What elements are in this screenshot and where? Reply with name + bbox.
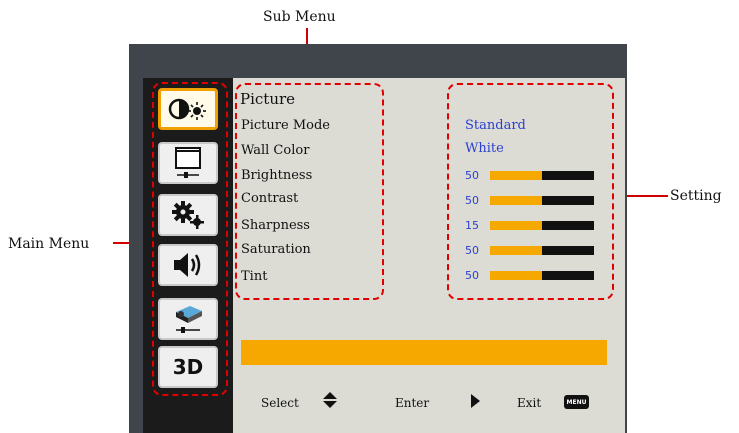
menu-key-icon: MENU (564, 395, 589, 409)
main-menu-item-screen[interactable] (158, 142, 218, 184)
speaker-icon (174, 253, 201, 277)
tint-slider-fill (490, 271, 542, 280)
contrast-value: 50 (465, 194, 479, 207)
setting-highlight (447, 83, 614, 300)
up-down-arrows-icon (323, 392, 337, 408)
tint-value: 50 (465, 269, 479, 282)
projector-icon (176, 306, 202, 333)
main-menu-item-picture[interactable] (158, 88, 218, 130)
enter-hint-label: Enter (395, 396, 430, 410)
brightness-slider[interactable] (490, 171, 594, 180)
sharpness-slider-fill (490, 221, 542, 230)
sharpness-slider[interactable] (490, 221, 594, 230)
tint-slider[interactable] (490, 271, 594, 280)
sub-menu-item-tint[interactable]: Tint (241, 269, 267, 284)
main-menu-item-audio[interactable] (158, 244, 218, 286)
sub-menu-item-saturation[interactable]: Saturation (241, 242, 311, 257)
picture-icon (168, 98, 206, 120)
select-hint-label: Select (261, 396, 299, 410)
sub-menu-item-picture-mode[interactable]: Picture Mode (241, 118, 330, 133)
sub-menu-callout-label: Sub Menu (263, 9, 336, 25)
sub-menu-item-sharpness[interactable]: Sharpness (241, 218, 310, 233)
saturation-slider[interactable] (490, 246, 594, 255)
sharpness-value: 15 (465, 219, 479, 232)
brightness-slider-fill (490, 171, 542, 180)
brightness-value: 50 (465, 169, 479, 182)
picture-mode-value[interactable]: Standard (465, 118, 526, 133)
main-menu-item-3d[interactable]: 3D (158, 346, 218, 388)
right-arrow-icon (471, 394, 480, 408)
gears-icon (172, 201, 204, 229)
main-menu-callout-label: Main Menu (8, 236, 90, 252)
contrast-slider-fill (490, 196, 542, 205)
contrast-slider[interactable] (490, 196, 594, 205)
saturation-slider-fill (490, 246, 542, 255)
sub-menu-item-wall-color[interactable]: Wall Color (241, 143, 309, 158)
main-menu-item-settings[interactable] (158, 194, 218, 236)
3d-icon: 3D (172, 355, 204, 379)
sub-menu-item-brightness[interactable]: Brightness (241, 168, 312, 183)
sub-menu-item-contrast[interactable]: Contrast (241, 191, 298, 206)
screen-icon (175, 147, 201, 178)
saturation-value: 50 (465, 244, 479, 257)
wall-color-value[interactable]: White (465, 141, 504, 156)
info-strip (241, 340, 607, 365)
setting-callout-label: Setting (670, 188, 722, 204)
exit-hint-label: Exit (517, 396, 542, 410)
sub-menu-title: Picture (240, 90, 296, 108)
main-menu-item-projector[interactable] (158, 298, 218, 340)
